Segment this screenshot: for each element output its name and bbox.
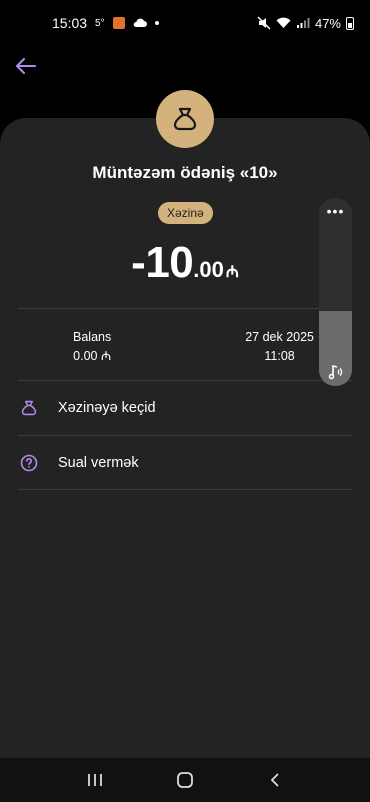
more-options-button[interactable]: ••• [319,204,352,218]
ask-question-label: Sual vermək [58,455,139,471]
go-to-treasury-label: Xəzinəyə keçid [58,400,156,416]
transaction-amount: -10.00 ₼ [0,238,370,288]
balance-label: Balans [73,330,112,344]
divider [18,308,352,309]
home-button[interactable] [165,765,205,795]
battery-icon [346,16,354,30]
divider [18,489,352,490]
notification-app-icon [112,17,125,29]
volume-panel[interactable]: ••• [319,198,352,386]
question-circle-icon [18,452,40,474]
signal-icon [296,18,310,28]
nav-back-button[interactable] [255,765,295,795]
battery-percent: 47% [314,15,341,31]
status-time: 15:03 [52,15,88,31]
amount-decimal: .00 [193,257,224,282]
back-button[interactable] [12,52,40,80]
cloud-icon [133,18,147,27]
divider [18,435,352,436]
transaction-icon [156,90,214,148]
amount-main: -10 [131,238,194,287]
music-note-icon [319,364,352,380]
ask-question-row[interactable]: Sual vermək [18,438,352,488]
arrow-left-icon [16,58,36,74]
money-bag-icon [173,107,197,131]
category-chip[interactable]: Xəzinə [158,202,213,224]
transaction-date: 27 dek 2025 [245,330,314,344]
money-bag-icon [18,397,40,419]
notification-dot-icon [154,21,159,25]
divider [18,380,352,381]
amount-currency: ₼ [225,264,239,281]
home-icon [177,772,193,788]
recents-button[interactable] [75,765,115,795]
recents-icon [88,774,102,786]
datetime-block: 27 dek 2025 11:08 [245,328,314,366]
balance-value: 0.00 ₼ [73,349,112,363]
chevron-left-icon [270,773,279,787]
system-nav-bar [0,758,370,802]
transaction-title: Müntəzəm ödəniş «10» [92,163,278,182]
mute-icon [257,16,271,30]
wifi-icon [276,17,291,28]
status-bar: 15:03 5° 47% [0,0,370,46]
transaction-time: 11:08 [264,349,295,363]
status-temperature: 5° [95,17,105,29]
go-to-treasury-row[interactable]: Xəzinəyə keçid [18,383,352,433]
balance-block: Balans 0.00 ₼ [73,328,111,366]
